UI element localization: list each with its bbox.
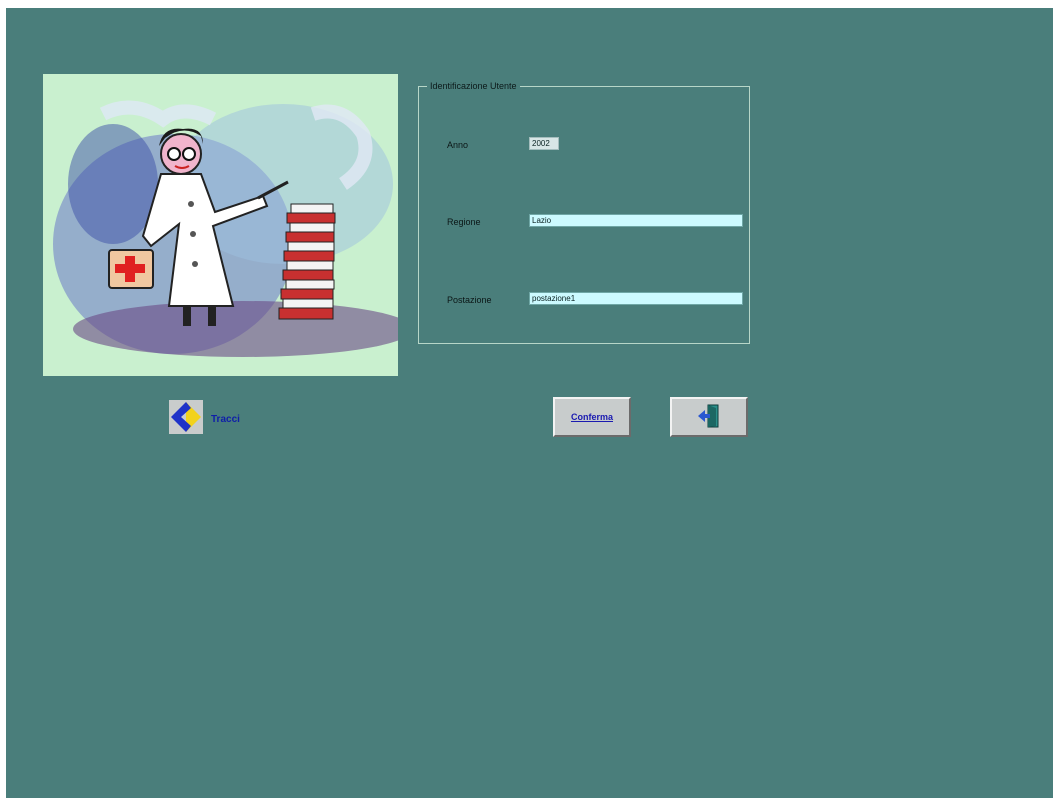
region-label: Regione: [447, 217, 481, 227]
back-nav[interactable]: Tracci: [169, 399, 240, 439]
app-window: Identificazione Utente Anno 2002 Regione…: [6, 8, 1053, 798]
confirm-button[interactable]: Conferma: [553, 397, 631, 437]
group-legend: Identificazione Utente: [427, 80, 520, 92]
back-label[interactable]: Tracci: [211, 414, 240, 425]
region-field[interactable]: Lazio: [529, 214, 743, 227]
exit-button[interactable]: [670, 397, 748, 437]
user-identification-group: Identificazione Utente Anno 2002 Regione…: [418, 80, 750, 344]
confirm-button-label: Conferma: [570, 412, 613, 422]
doctor-illustration: [43, 74, 398, 376]
year-label: Anno: [447, 140, 469, 150]
arrow-left-icon[interactable]: [169, 399, 203, 439]
year-field[interactable]: 2002: [529, 137, 559, 150]
workstation-field[interactable]: postazione1: [529, 292, 743, 305]
exit-door-icon: [696, 403, 722, 431]
workstation-label: Postazione: [447, 295, 492, 305]
